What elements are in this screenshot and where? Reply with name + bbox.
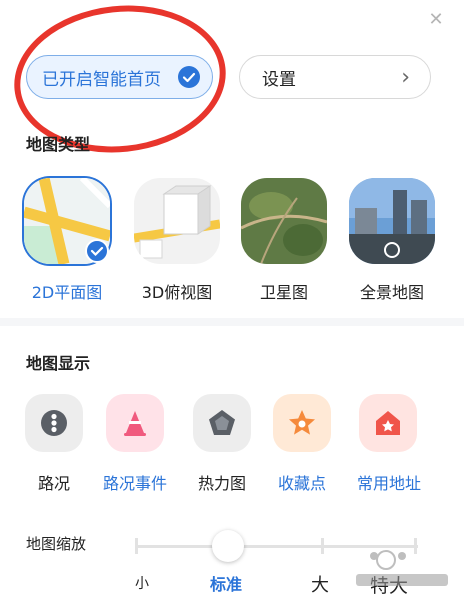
- frequent-address-toggle[interactable]: [359, 394, 417, 452]
- display-label: 常用地址: [356, 474, 421, 493]
- display-label: 热力图: [197, 474, 246, 493]
- display-label: 路况: [37, 474, 70, 493]
- map-type-label: 3D俯视图: [141, 283, 213, 302]
- zoom-slider-knob[interactable]: [212, 530, 244, 562]
- map-type-label: 全景地图: [359, 283, 424, 302]
- map-type-satellite[interactable]: [241, 178, 327, 264]
- zoom-option-small[interactable]: 小: [135, 573, 149, 593]
- selected-check-icon: [85, 239, 109, 263]
- settings-label: 设置: [262, 69, 296, 90]
- favorites-toggle[interactable]: [273, 394, 331, 452]
- watermark-logo: [348, 546, 456, 590]
- traffic-light-icon: [41, 410, 67, 436]
- section-divider: [0, 318, 464, 326]
- star-icon: [289, 410, 315, 435]
- zoom-tick: [135, 538, 138, 554]
- pentagon-icon: [209, 410, 235, 435]
- zoom-option-large[interactable]: 大: [311, 571, 329, 597]
- heatmap-toggle[interactable]: [193, 394, 251, 452]
- traffic-toggle[interactable]: [25, 394, 83, 452]
- map-zoom-label: 地图缩放: [26, 535, 87, 553]
- traffic-cone-icon: [124, 411, 146, 436]
- zoom-tick: [321, 538, 324, 554]
- traffic-event-toggle[interactable]: [106, 394, 164, 452]
- map-type-label: 2D平面图: [31, 283, 103, 302]
- map-type-3d[interactable]: [134, 178, 220, 264]
- settings-button[interactable]: 设置 ›: [239, 55, 431, 99]
- chevron-right-icon: ›: [401, 65, 410, 90]
- display-label: 收藏点: [277, 474, 326, 493]
- section-title-map-display: 地图显示: [26, 354, 91, 373]
- map-type-label: 卫星图: [259, 283, 308, 302]
- home-icon: [376, 411, 400, 435]
- map-type-panorama[interactable]: [349, 178, 435, 264]
- zoom-option-standard[interactable]: 标准: [210, 571, 242, 595]
- close-icon[interactable]: ✕: [426, 10, 446, 30]
- section-title-map-type: 地图类型: [26, 135, 91, 154]
- display-label: 路况事件: [102, 474, 167, 493]
